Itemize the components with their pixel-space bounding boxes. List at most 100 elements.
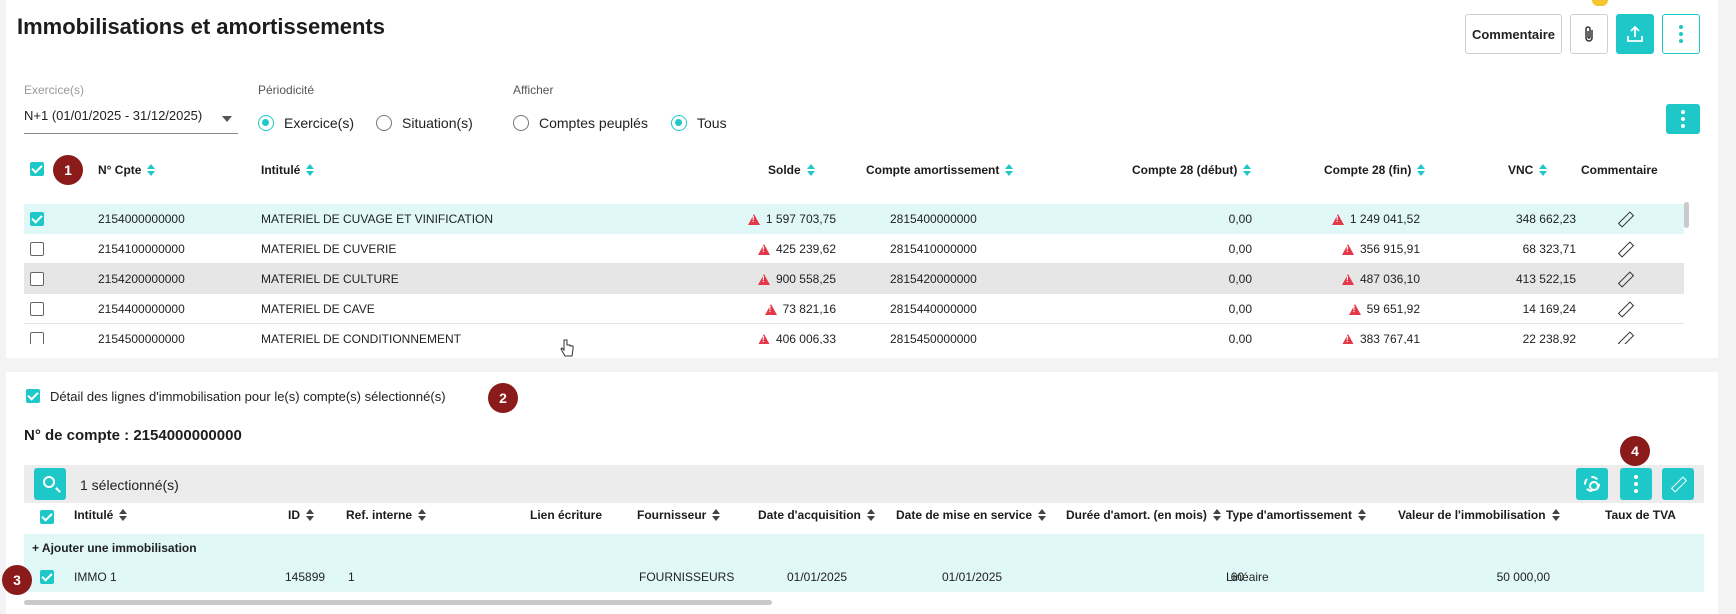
- cell-fin: 356 915,91: [1304, 234, 1420, 264]
- step-badge-2: 2: [488, 383, 518, 413]
- table-scrollbar[interactable]: [1684, 202, 1689, 228]
- search-button[interactable]: [34, 468, 66, 500]
- table-options-button[interactable]: [1666, 104, 1700, 134]
- row-checkbox[interactable]: [30, 242, 44, 256]
- radio-exercices[interactable]: Exercice(s): [258, 115, 354, 131]
- col-num-cpte[interactable]: N° Cpte: [98, 163, 156, 177]
- table-row[interactable]: 2154200000000 MATERIEL DE CULTURE 900 55…: [24, 264, 1684, 294]
- cell-num: 2154100000000: [98, 242, 185, 256]
- sort-icon: [147, 164, 156, 176]
- col-date-service[interactable]: Date de mise en service: [896, 508, 1047, 522]
- comment-button[interactable]: Commentaire: [1465, 14, 1562, 54]
- warning-icon: [764, 303, 777, 315]
- detail-edit-button[interactable]: [1662, 468, 1694, 500]
- cell-intitule: IMMO 1: [74, 570, 117, 584]
- col-duree[interactable]: Durée d'amort. (en mois): [1066, 508, 1221, 522]
- sort-icon: [1038, 509, 1047, 521]
- sort-icon: [1358, 509, 1366, 521]
- row-checkbox[interactable]: [30, 332, 44, 344]
- export-button[interactable]: [1616, 14, 1654, 54]
- select-all-checkbox[interactable]: [30, 162, 44, 176]
- col-compte28-debut[interactable]: Compte 28 (début): [1132, 163, 1252, 177]
- col-compte-amortissement[interactable]: Compte amortissement: [866, 163, 1014, 177]
- step-badge-1: 1: [53, 155, 83, 185]
- radio-exercices-label: Exercice(s): [284, 115, 355, 131]
- sort-icon: [418, 509, 427, 521]
- col-ref-interne[interactable]: Ref. interne: [346, 508, 427, 522]
- settings-button[interactable]: [1576, 468, 1608, 500]
- col-vnc[interactable]: VNC: [1508, 163, 1548, 177]
- exercice-select[interactable]: N+1 (01/01/2025 - 31/12/2025): [24, 108, 238, 134]
- col-id[interactable]: ID: [288, 508, 314, 522]
- cell-fin: 1 249 041,52: [1304, 204, 1420, 234]
- row-checkbox[interactable]: [30, 212, 44, 226]
- detail-checkbox[interactable]: [26, 389, 40, 403]
- cell-solde: 1 597 703,75: [644, 204, 836, 234]
- edit-comment-button[interactable]: [1618, 264, 1632, 294]
- detail-more-button[interactable]: [1620, 468, 1652, 500]
- table-row[interactable]: IMMO 1 145899 1 FOURNISSEURS 01/01/2025 …: [24, 562, 1704, 592]
- radio-situations-label: Situation(s): [402, 115, 473, 131]
- radio-situations[interactable]: Situation(s): [376, 115, 473, 131]
- cell-vnc: 413 522,15: [1515, 272, 1576, 286]
- col-fournisseur[interactable]: Fournisseur: [637, 508, 721, 522]
- warning-icon: [757, 243, 770, 255]
- col-intitule[interactable]: Intitulé: [261, 163, 315, 177]
- edit-comment-button[interactable]: [1618, 324, 1632, 344]
- warning-icon: [757, 333, 770, 344]
- cell-type: Linéaire: [1226, 570, 1269, 584]
- edit-comment-button[interactable]: [1618, 234, 1632, 264]
- pencil-icon: [1671, 477, 1685, 491]
- col-compte28-fin[interactable]: Compte 28 (fin): [1324, 163, 1426, 177]
- selection-count: 1 sélectionné(s): [80, 477, 179, 493]
- col-intitule[interactable]: Intitulé: [74, 508, 128, 522]
- horizontal-scrollbar[interactable]: [24, 600, 772, 605]
- table-row[interactable]: 2154000000000 MATERIEL DE CUVAGE ET VINI…: [24, 204, 1684, 234]
- cell-debut: 0,00: [1228, 212, 1252, 226]
- cell-vnc: 348 662,23: [1515, 212, 1576, 226]
- col-type-amort[interactable]: Type d'amortissement: [1226, 508, 1366, 522]
- row-checkbox[interactable]: [30, 272, 44, 286]
- afficher-label: Afficher: [513, 83, 554, 97]
- radio-comptes-peuples[interactable]: Comptes peuplés: [513, 115, 648, 131]
- add-immobilisation-button[interactable]: + Ajouter une immobilisation: [24, 534, 1704, 562]
- cell-solde: 900 558,25: [644, 264, 836, 294]
- hand-cursor-icon: [560, 339, 574, 357]
- cell-num: 2154000000000: [98, 212, 185, 226]
- cell-compte-amort: 2815450000000: [890, 332, 977, 344]
- row-checkbox[interactable]: [30, 302, 44, 316]
- sort-icon: [1551, 509, 1560, 521]
- sort-icon: [1539, 164, 1548, 176]
- warning-icon: [1341, 333, 1354, 344]
- table-row[interactable]: 2154400000000 MATERIEL DE CAVE 73 821,16…: [24, 294, 1684, 324]
- cell-solde: 73 821,16: [644, 294, 836, 324]
- col-valeur[interactable]: Valeur de l'immobilisation: [1398, 508, 1560, 522]
- cell-id: 145899: [285, 570, 326, 584]
- col-solde[interactable]: Solde: [768, 163, 815, 177]
- col-date-acquisition[interactable]: Date d'acquisition: [758, 508, 875, 522]
- more-options-button[interactable]: [1662, 14, 1700, 54]
- row-checkbox[interactable]: [40, 570, 54, 584]
- table-row[interactable]: 2154100000000 MATERIEL DE CUVERIE 425 23…: [24, 234, 1684, 264]
- radio-tous[interactable]: Tous: [671, 115, 727, 131]
- search-icon: [43, 476, 55, 488]
- cell-num: 2154200000000: [98, 272, 185, 286]
- pencil-icon: [1618, 302, 1632, 316]
- cell-fin: 487 036,10: [1304, 264, 1420, 294]
- table-row[interactable]: 2154500000000 MATERIEL DE CONDITIONNEMEN…: [24, 324, 1684, 344]
- cell-compte-amort: 2815420000000: [890, 272, 977, 286]
- cell-num: 2154500000000: [98, 332, 185, 344]
- warning-icon: [1341, 243, 1354, 255]
- detail-select-all-checkbox[interactable]: [40, 510, 54, 524]
- cell-vnc: 22 238,92: [1522, 332, 1576, 344]
- edit-comment-button[interactable]: [1618, 204, 1632, 234]
- cell-compte-amort: 2815440000000: [890, 302, 977, 316]
- col-lien-ecriture: Lien écriture: [530, 508, 603, 522]
- edit-comment-button[interactable]: [1618, 294, 1632, 324]
- radio-selected-icon: [258, 115, 274, 131]
- attachment-button[interactable]: [1570, 14, 1608, 54]
- account-title: N° de compte : 2154000000000: [24, 427, 242, 444]
- col-commentaire: Commentaire: [1581, 163, 1658, 177]
- cell-date-acquisition: 01/01/2025: [787, 570, 848, 584]
- radio-unselected-icon: [376, 115, 392, 131]
